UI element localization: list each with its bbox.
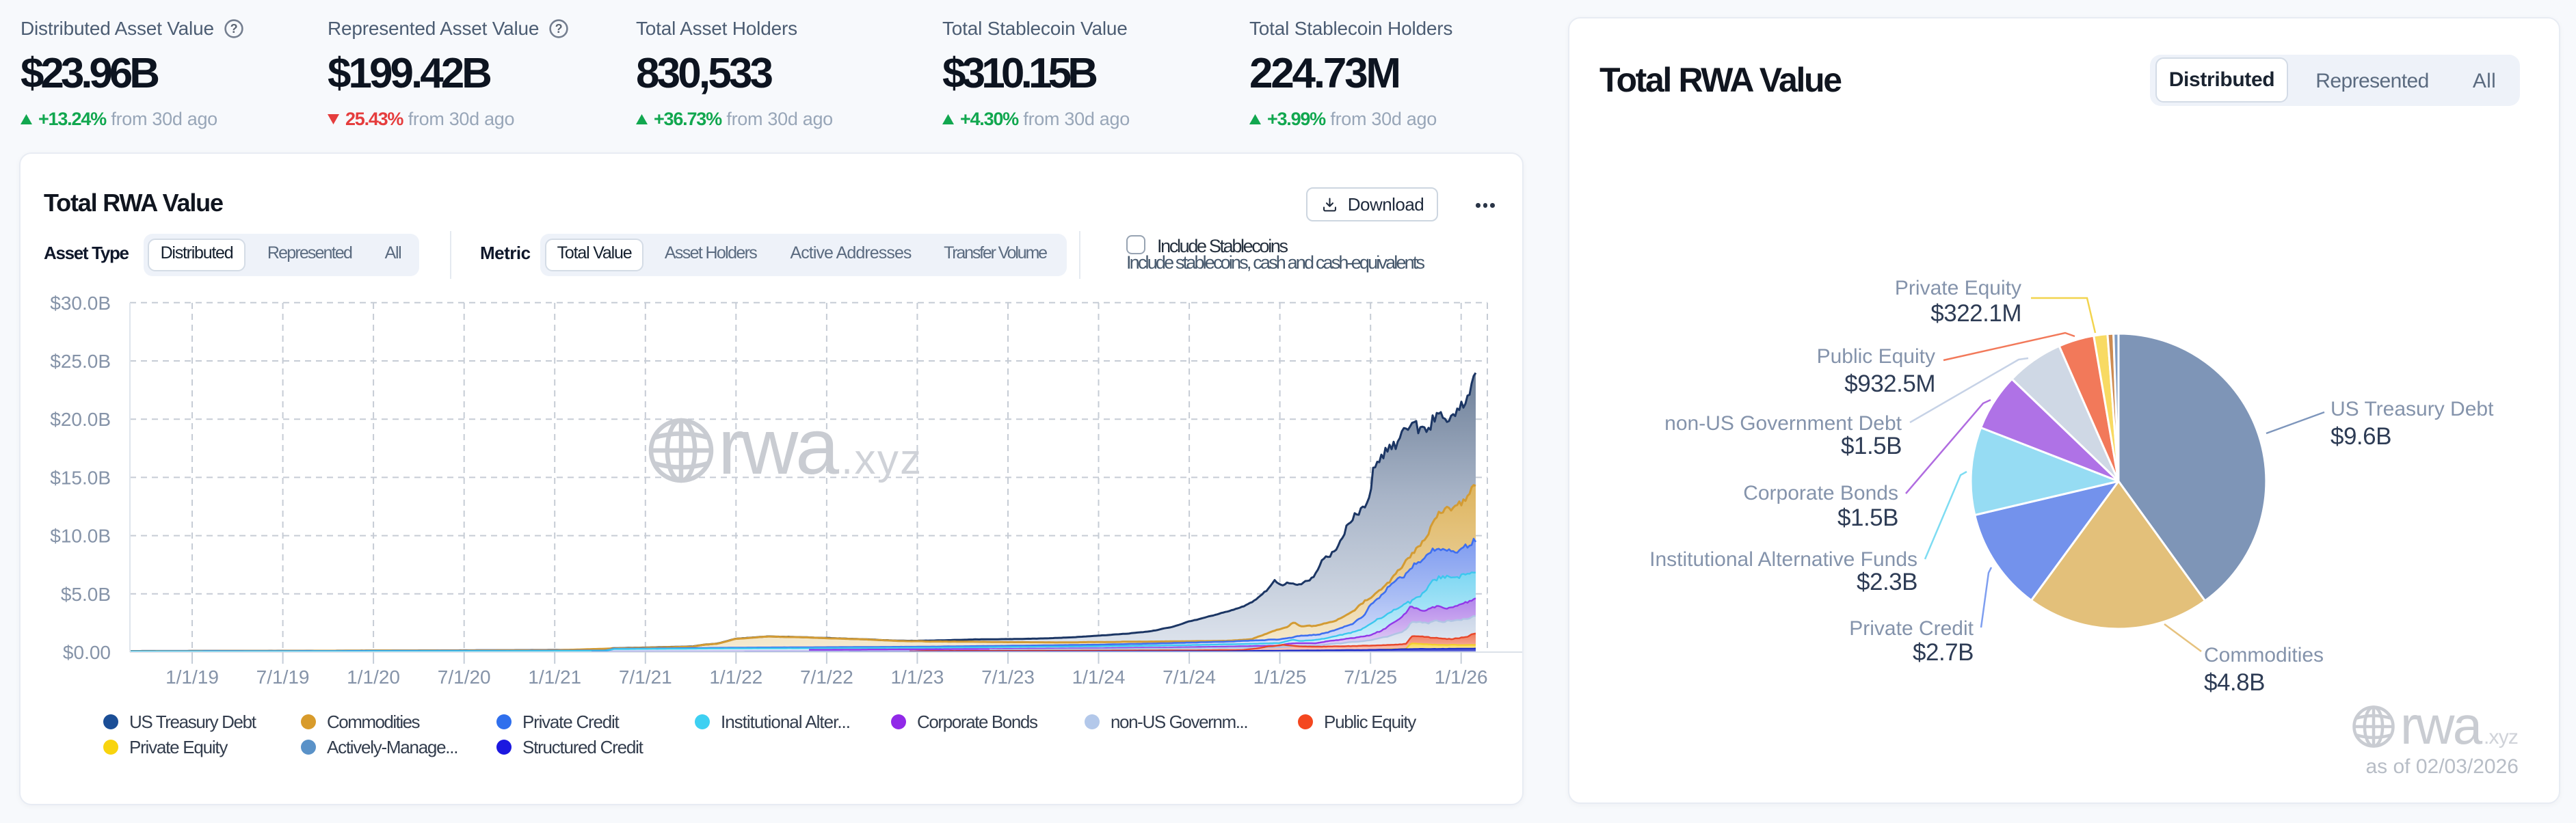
svg-text:non-US Government Debt: non-US Government Debt [1664,412,1902,435]
svg-text:$30.0B: $30.0B [50,293,111,314]
svg-text:Public Equity: Public Equity [1817,345,1935,368]
svg-text:7/1/22: 7/1/22 [800,666,853,688]
svg-text:$10.0B: $10.0B [50,526,111,547]
svg-text:rwa: rwa [2400,695,2483,755]
svg-text:.xyz: .xyz [2484,726,2518,748]
svg-text:$322.1M: $322.1M [1930,300,2021,327]
svg-text:as of 02/03/2026: as of 02/03/2026 [2365,755,2519,778]
svg-text:1/1/19: 1/1/19 [165,666,219,688]
svg-text:1/1/25: 1/1/25 [1253,666,1307,688]
svg-text:7/1/24: 7/1/24 [1163,666,1216,688]
svg-text:7/1/19: 7/1/19 [256,666,310,688]
svg-text:1/1/26: 1/1/26 [1435,666,1488,688]
svg-text:1/1/24: 1/1/24 [1072,666,1126,688]
svg-text:Corporate Bonds: Corporate Bonds [1743,482,1898,504]
svg-text:US Treasury Debt: US Treasury Debt [2331,398,2494,420]
svg-text:7/1/25: 7/1/25 [1344,666,1397,688]
svg-text:rwa: rwa [718,403,839,491]
svg-text:1/1/22: 1/1/22 [709,666,762,688]
svg-text:Commodities: Commodities [2204,644,2324,666]
svg-text:.xyz: .xyz [841,436,922,483]
svg-text:$5.0B: $5.0B [61,584,111,605]
svg-text:1/1/20: 1/1/20 [347,666,400,688]
svg-text:$2.7B: $2.7B [1913,639,1974,666]
svg-text:1/1/21: 1/1/21 [528,666,581,688]
svg-text:$1.5B: $1.5B [1837,504,1898,531]
svg-text:Private Credit: Private Credit [1849,617,1974,640]
svg-text:?: ? [555,22,563,36]
svg-text:1/1/23: 1/1/23 [890,666,944,688]
svg-text:$20.0B: $20.0B [50,409,111,430]
svg-text:Institutional Alternative Fund: Institutional Alternative Funds [1649,548,1917,571]
svg-text:$1.5B: $1.5B [1841,433,1902,459]
svg-text:$9.6B: $9.6B [2331,423,2391,450]
svg-text:$25.0B: $25.0B [50,351,111,372]
svg-text:?: ? [230,22,237,36]
svg-text:$15.0B: $15.0B [50,467,111,488]
svg-text:$2.3B: $2.3B [1857,569,1917,595]
svg-text:$932.5M: $932.5M [1844,370,1935,397]
svg-text:7/1/20: 7/1/20 [438,666,491,688]
svg-text:7/1/23: 7/1/23 [981,666,1035,688]
svg-text:Private Equity: Private Equity [1895,277,2021,299]
svg-text:$0.00: $0.00 [63,642,111,663]
svg-text:7/1/21: 7/1/21 [619,666,672,688]
svg-text:$4.8B: $4.8B [2204,669,2265,696]
